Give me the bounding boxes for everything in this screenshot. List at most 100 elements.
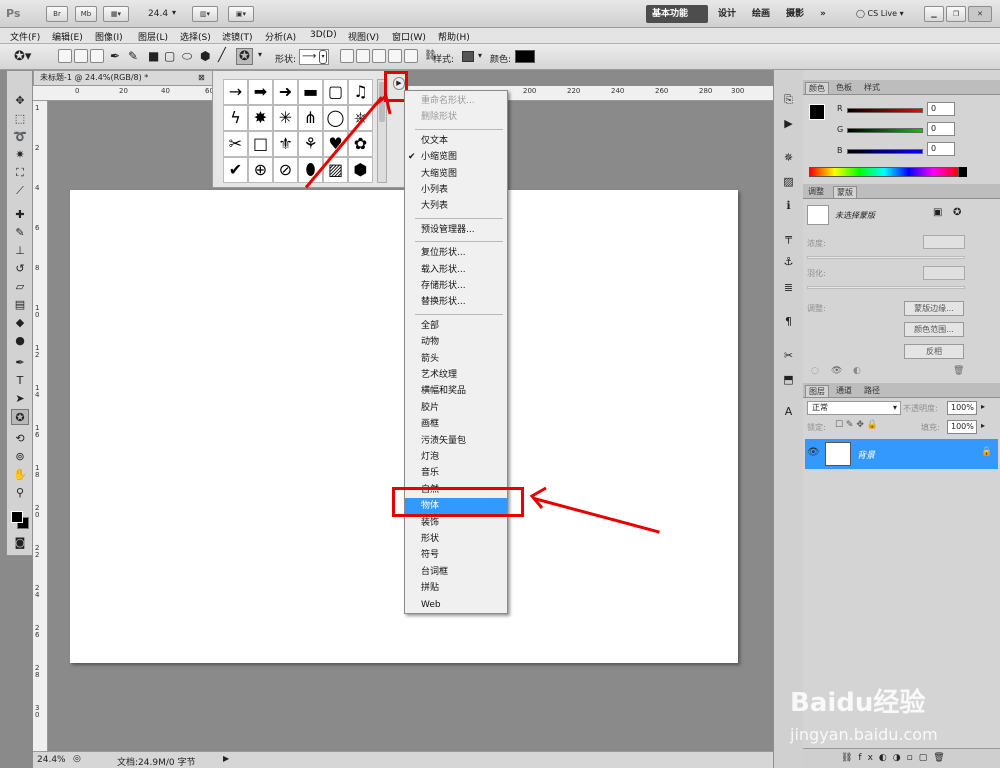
shape-preset[interactable]: ⬢ <box>348 157 373 183</box>
new-layer-mode[interactable] <box>340 49 354 63</box>
flyout-menu-item[interactable]: 存储形状... <box>405 278 507 294</box>
tab-swatches[interactable]: 色板 <box>833 82 855 94</box>
cs-live-button[interactable]: ◯ CS Live ▾ <box>856 9 904 18</box>
tab-color[interactable]: 颜色 <box>805 82 829 94</box>
clone-stamp-icon[interactable]: ⊥ <box>11 243 29 259</box>
more-workspaces-button[interactable]: » <box>814 5 832 23</box>
flyout-menu-item[interactable]: 画框 <box>405 416 507 432</box>
eraser-tool-icon[interactable]: ▱ <box>11 279 29 295</box>
flyout-menu-item[interactable]: 小列表 <box>405 182 507 198</box>
blue-value[interactable]: 0 <box>927 142 955 156</box>
history-brush-icon[interactable]: ↺ <box>11 261 29 277</box>
tab-adjustments[interactable]: 调整 <box>805 186 827 198</box>
histogram-panel-icon[interactable]: ▨ <box>780 174 797 189</box>
tab-styles[interactable]: 样式 <box>861 82 883 94</box>
tab-paths[interactable]: 路径 <box>861 385 883 397</box>
restore-button[interactable]: ❐ <box>946 6 966 22</box>
shape-preset[interactable]: ⋔ <box>298 105 323 131</box>
3d-orbit-icon[interactable]: ⊚ <box>11 449 29 465</box>
shape-preset[interactable]: ✸ <box>248 105 273 131</box>
screen-mode-button[interactable]: ▣▾ <box>228 6 254 22</box>
shape-preset[interactable]: ⊘ <box>273 157 298 183</box>
red-value[interactable]: 0 <box>927 102 955 116</box>
apply-mask-icon[interactable]: ◐ <box>853 366 861 376</box>
shape-preset[interactable]: → <box>223 79 248 105</box>
density-slider[interactable] <box>807 256 965 259</box>
menu-item[interactable]: 视图(V) <box>348 30 379 43</box>
foreground-color-swatch[interactable] <box>809 104 825 120</box>
move-tool-icon[interactable]: ✥ <box>11 93 29 109</box>
line-tool-icon[interactable]: ╱ <box>218 48 226 63</box>
history-panel-icon[interactable]: ⎘ <box>780 92 797 107</box>
view-extras-button[interactable]: ▦▾ <box>103 6 129 22</box>
shape-preset[interactable]: ▬ <box>298 79 323 105</box>
shape-preset[interactable]: ⚘ <box>298 131 323 157</box>
tool-presets-icon[interactable]: ≣ <box>780 280 797 295</box>
mask-edge-button[interactable]: 蒙版边缘... <box>904 301 964 316</box>
document-tab[interactable]: 未标题-1 @ 24.4%(RGB/8) * ⊠ <box>33 70 213 86</box>
shape-preset[interactable]: ϟ <box>223 105 248 131</box>
menu-item[interactable]: 文件(F) <box>10 30 40 43</box>
layer-comps-icon[interactable]: ⬒ <box>780 372 797 387</box>
workspace-photography[interactable]: 摄影 <box>780 5 810 23</box>
green-value[interactable]: 0 <box>927 122 955 136</box>
shape-preset[interactable]: ◯ <box>323 105 348 131</box>
text-panel-icon[interactable]: A <box>780 404 797 419</box>
pen-tool-icon[interactable]: ✒ <box>11 355 29 371</box>
workspace-painting[interactable]: 绘画 <box>746 5 776 23</box>
shape-preset[interactable]: ➡ <box>248 79 273 105</box>
density-field[interactable] <box>923 235 965 249</box>
workspace-essentials[interactable]: 基本功能 <box>646 5 708 23</box>
hand-tool-icon[interactable]: ✋ <box>11 467 29 483</box>
blue-slider[interactable] <box>847 149 923 154</box>
freeform-pen-icon[interactable]: ✎ <box>128 49 138 63</box>
geometry-options-icon[interactable]: ▾ <box>258 50 262 59</box>
feather-field[interactable] <box>923 266 965 280</box>
rectangle-tool-icon[interactable]: ■ <box>148 49 159 63</box>
flyout-menu-item[interactable]: 复位形状... <box>405 245 507 261</box>
menu-item[interactable]: 帮助(H) <box>438 30 470 43</box>
lock-icons[interactable]: ☐ ✎ ✥ 🔒 <box>835 420 878 430</box>
fill-arrow-icon[interactable]: ▸ <box>981 421 985 430</box>
close-tab-icon[interactable]: ⊠ <box>198 71 205 85</box>
flyout-menu-item[interactable]: 胶片 <box>405 400 507 416</box>
intersect-mode[interactable] <box>388 49 402 63</box>
info-panel-icon[interactable]: ℹ <box>780 198 797 213</box>
character-icon[interactable]: ✂ <box>780 348 797 363</box>
shape-picker-dropdown[interactable]: ⟶ ▾ <box>299 49 329 65</box>
blend-mode-select[interactable]: 正常 ▾ <box>807 401 901 415</box>
opacity-value[interactable]: 100% <box>947 401 977 415</box>
opacity-arrow-icon[interactable]: ▸ <box>981 402 985 411</box>
shape-preset[interactable]: ▢ <box>323 79 348 105</box>
style-swatch[interactable] <box>462 51 474 62</box>
flyout-menu-item[interactable]: 台词框 <box>405 564 507 580</box>
layer-visibility-icon[interactable]: 👁 <box>807 447 820 458</box>
healing-brush-icon[interactable]: ✚ <box>11 207 29 223</box>
flyout-menu-item[interactable]: 符号 <box>405 547 507 563</box>
menu-item[interactable]: 选择(S) <box>180 30 211 43</box>
menu-item[interactable]: 图像(I) <box>95 30 123 43</box>
color-range-button[interactable]: 颜色范围... <box>904 322 964 337</box>
load-selection-icon[interactable]: ◌ <box>811 366 819 376</box>
gradient-tool-icon[interactable]: ▤ <box>11 297 29 313</box>
menu-item[interactable]: 滤镜(T) <box>222 30 253 43</box>
pixel-mask-icon[interactable]: ▣ <box>933 207 942 218</box>
3d-rotate-icon[interactable]: ⟲ <box>11 431 29 447</box>
close-button[interactable]: ✕ <box>968 6 992 22</box>
menu-item[interactable]: 图层(L) <box>138 30 168 43</box>
minimize-button[interactable]: ▁ <box>924 6 944 22</box>
tab-channels[interactable]: 通道 <box>833 385 855 397</box>
status-info-icon[interactable]: ◎ <box>73 754 81 764</box>
flyout-menu-item[interactable]: 全部 <box>405 318 507 334</box>
flyout-menu-item[interactable]: Web <box>405 597 507 613</box>
delete-mask-icon[interactable]: 🗑 <box>953 366 964 376</box>
bridge-button[interactable]: Br <box>46 6 68 22</box>
eyedropper-tool-icon[interactable]: ⟋ <box>11 183 29 199</box>
flyout-menu-item[interactable]: 艺术纹理 <box>405 367 507 383</box>
status-zoom[interactable]: 24.4% <box>37 755 66 765</box>
custom-shape-preset-icon[interactable]: ✪▾ <box>14 49 31 64</box>
workspace-design[interactable]: 设计 <box>712 5 742 23</box>
green-slider[interactable] <box>847 128 923 133</box>
shape-preset[interactable]: ⚜ <box>273 131 298 157</box>
shape-preset[interactable]: ⊕ <box>248 157 273 183</box>
